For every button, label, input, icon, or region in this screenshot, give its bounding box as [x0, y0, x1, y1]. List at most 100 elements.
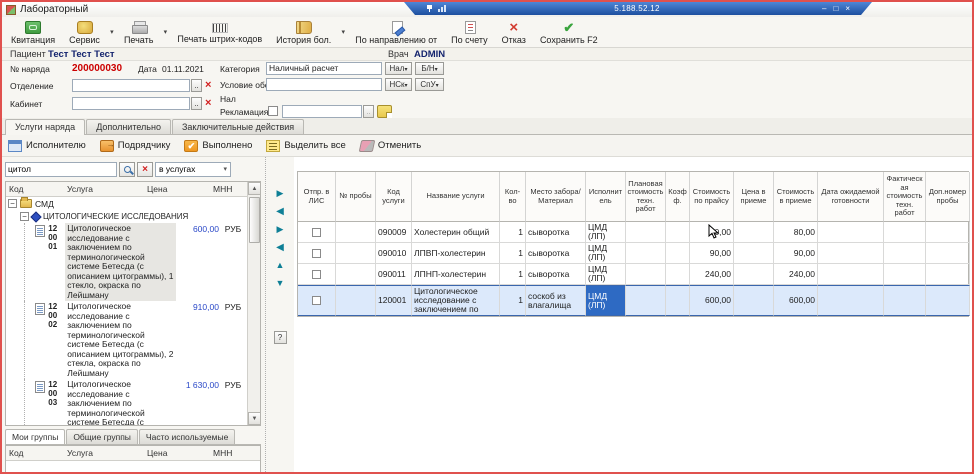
tree-service-item[interactable]: 12 00 02 Цитологическое исследование с з…	[6, 301, 247, 379]
col-service[interactable]: Услуга	[64, 184, 144, 194]
service-button[interactable]: Сервис	[62, 17, 107, 47]
department-browse-button[interactable]: ..	[191, 79, 202, 92]
category-input[interactable]: Наличный расчет	[266, 62, 382, 75]
by-referral-button[interactable]: По направлению от	[348, 17, 444, 47]
search-scope-select[interactable]: в услугах▾	[155, 162, 231, 177]
col-mnn[interactable]: МНН	[210, 184, 248, 194]
move-up-icon[interactable]: ▲	[276, 261, 285, 270]
service-dropdown[interactable]: ▾	[107, 17, 117, 47]
department-input[interactable]	[72, 79, 190, 92]
reclamation-browse-button[interactable]: ..	[363, 105, 374, 118]
col-extra-sample-no[interactable]: Доп.номер пробы	[926, 172, 970, 222]
note-icon[interactable]	[377, 105, 392, 118]
send-to-lis-checkbox[interactable]	[312, 228, 321, 237]
service-page-icon	[35, 225, 45, 237]
col-qty[interactable]: Кол-во	[500, 172, 526, 222]
scroll-up-icon[interactable]: ▲	[248, 182, 261, 195]
cabinet-clear-icon[interactable]: ×	[205, 97, 211, 109]
col-executor[interactable]: Исполнитель	[586, 172, 626, 222]
print-dropdown[interactable]: ▾	[160, 17, 170, 47]
table-row[interactable]: 090011 ЛПНП-холестерин 1 сыворотка ЦМД (…	[298, 264, 968, 285]
tab-frequently-used[interactable]: Часто используемые	[139, 429, 235, 444]
col-actual-cost[interactable]: Фактическая стоимость техн. работ	[884, 172, 926, 222]
executor-icon	[8, 140, 22, 152]
move-down-icon[interactable]: ▼	[276, 279, 285, 288]
col-service-code[interactable]: Код услуги	[376, 172, 412, 222]
collapse-icon[interactable]: −	[8, 199, 17, 208]
by-invoice-button[interactable]: По счету	[444, 17, 495, 47]
col-price-admission[interactable]: Цена в приеме	[734, 172, 774, 222]
help-button[interactable]: ?	[274, 331, 287, 344]
cash-dropdown-button[interactable]: Нал▾	[385, 62, 412, 75]
refuse-button[interactable]: × Отказ	[495, 17, 533, 47]
rdp-close-button[interactable]: ×	[845, 4, 850, 13]
scrollbar-thumb[interactable]	[249, 197, 260, 243]
cancel-button[interactable]: Отменить	[360, 140, 421, 152]
table-row-selected[interactable]: 120001 Цитологическое исследование с зак…	[298, 285, 968, 316]
select-all-button[interactable]: Выделить все	[266, 140, 345, 152]
to-executor-button[interactable]: Исполнителю	[8, 140, 86, 152]
pin-icon[interactable]	[426, 5, 433, 12]
tab-additional[interactable]: Дополнительно	[86, 119, 171, 134]
table-row[interactable]: 090009 Холестерин общий 1 сыворотка ЦМД …	[298, 222, 968, 243]
col-cost-admission[interactable]: Стоимость в приеме	[774, 172, 818, 222]
action-bar: Исполнителю Подрядчику ✔Выполнено Выдели…	[2, 135, 972, 157]
send-to-lis-checkbox[interactable]	[312, 296, 321, 305]
col-service-name[interactable]: Название услуги	[412, 172, 500, 222]
search-clear-button[interactable]: ×	[137, 162, 153, 177]
tab-shared-groups[interactable]: Общие группы	[66, 429, 138, 444]
col-price-list[interactable]: Стоимость по прайсу	[690, 172, 734, 222]
tree-service-item[interactable]: 12 00 03 Цитологическое исследование с з…	[6, 379, 247, 425]
send-to-lis-checkbox[interactable]	[312, 270, 321, 279]
remove-service-icon[interactable]: ◀	[276, 207, 284, 216]
col-planned-cost[interactable]: Плановая стоимость техн. работ	[626, 172, 666, 222]
history-dropdown[interactable]: ▾	[338, 17, 348, 47]
tree-scrollbar[interactable]: ▲ ▼	[247, 182, 260, 425]
nsk-dropdown-button[interactable]: НСк▾	[385, 78, 412, 91]
add-service-icon[interactable]: ▶	[277, 189, 284, 198]
tab-my-groups[interactable]: Мои группы	[5, 429, 65, 444]
col-service[interactable]: Услуга	[64, 448, 144, 458]
remove-all-icon[interactable]: ◀	[276, 243, 284, 252]
rdp-restore-button[interactable]: □	[833, 4, 838, 13]
search-input[interactable]	[5, 162, 117, 177]
search-button[interactable]	[119, 162, 135, 177]
rdp-minimize-button[interactable]: –	[822, 4, 826, 13]
cashless-dropdown-button[interactable]: Б/Н▾	[415, 62, 444, 75]
send-to-lis-checkbox[interactable]	[312, 249, 321, 258]
col-price[interactable]: Цена	[144, 184, 196, 194]
tree-service-item[interactable]: 12 00 01 Цитологическое исследование с з…	[6, 223, 247, 301]
print-barcodes-button[interactable]: Печать штрих-кодов	[170, 17, 269, 47]
department-clear-icon[interactable]: ×	[205, 79, 211, 91]
tab-order-services[interactable]: Услуги наряда	[5, 119, 85, 135]
condition-input[interactable]	[266, 78, 382, 91]
scroll-down-icon[interactable]: ▼	[248, 412, 261, 425]
col-material[interactable]: Место забора/Материал	[526, 172, 586, 222]
reclamation-input[interactable]	[282, 105, 362, 118]
receipt-button[interactable]: Квитанция	[4, 17, 62, 47]
col-code[interactable]: Код	[6, 184, 64, 194]
col-mnn[interactable]: МНН	[210, 448, 248, 458]
cabinet-browse-button[interactable]: ..	[191, 97, 202, 110]
col-coeff[interactable]: Коэфф.	[666, 172, 690, 222]
to-contractor-button[interactable]: Подрядчику	[100, 140, 171, 152]
col-ready-date[interactable]: Дата ожидаемой готовности	[818, 172, 884, 222]
reclamation-checkbox[interactable]	[268, 106, 278, 116]
table-row[interactable]: 090010 ЛПВП-холестерин 1 сыворотка ЦМД (…	[298, 243, 968, 264]
done-button[interactable]: ✔Выполнено	[184, 140, 252, 152]
tab-final-actions[interactable]: Заключительные действия	[172, 119, 304, 134]
tree-root-row[interactable]: − СМД	[6, 197, 247, 210]
col-send-to-lis[interactable]: Отпр. в ЛИС	[298, 172, 336, 222]
tree-group-row[interactable]: − ЦИТОЛОГИЧЕСКИЕ ИССЛЕДОВАНИЯ	[6, 210, 247, 223]
col-price[interactable]: Цена	[144, 448, 196, 458]
tab-bar: Услуги наряда Дополнительно Заключительн…	[2, 118, 972, 135]
col-code[interactable]: Код	[6, 448, 64, 458]
spu-dropdown-button[interactable]: СпУ▾	[415, 78, 444, 91]
history-button[interactable]: История бол.	[269, 17, 338, 47]
print-button[interactable]: Печать	[117, 17, 160, 47]
collapse-icon[interactable]: −	[20, 212, 29, 221]
col-sample-no[interactable]: № пробы	[336, 172, 376, 222]
save-button[interactable]: ✔ Сохранить F2	[533, 17, 605, 47]
add-all-icon[interactable]: ▶	[277, 225, 284, 234]
cabinet-input[interactable]	[72, 97, 190, 110]
